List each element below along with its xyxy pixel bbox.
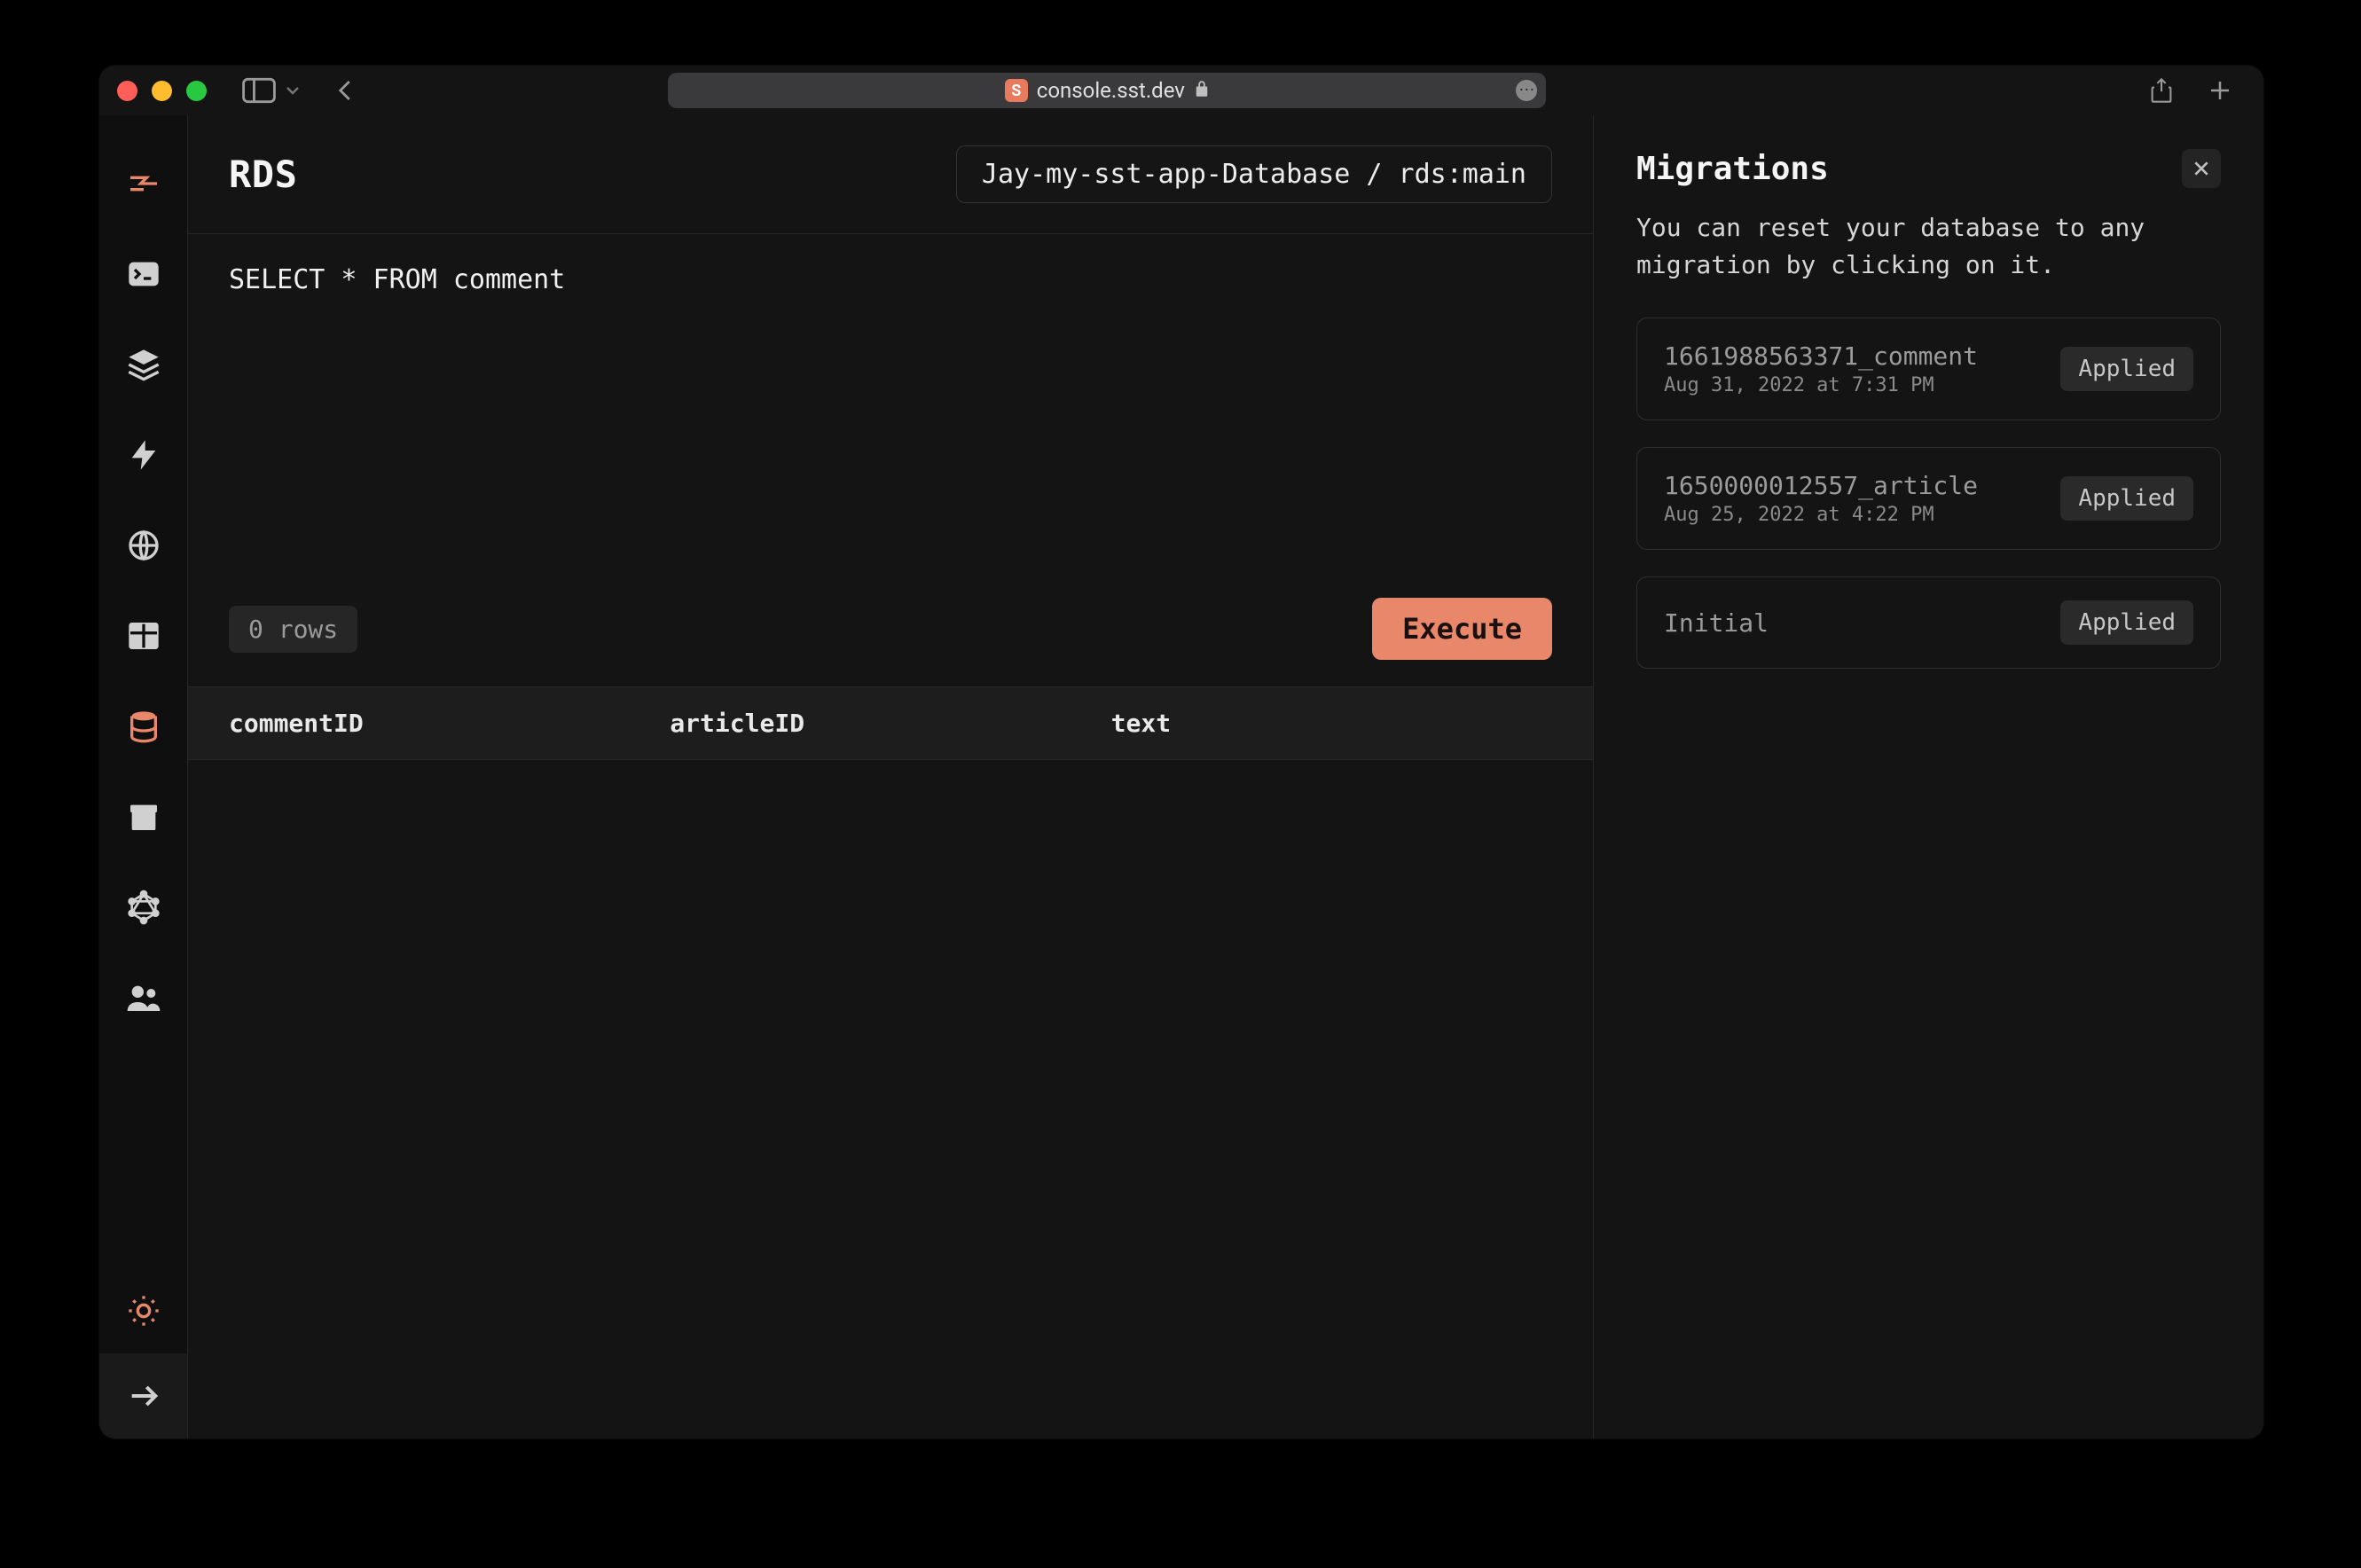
sidebar-item-api[interactable] [99,500,187,591]
migrations-title: Migrations [1636,151,1829,187]
migration-item[interactable]: Initial Applied [1636,576,2221,669]
sidebar-item-buckets[interactable] [99,772,187,862]
migration-item[interactable]: 1661988563371_comment Aug 31, 2022 at 7:… [1636,318,2221,420]
minimize-window[interactable] [152,81,172,101]
url-text: console.sst.dev [1037,78,1185,103]
share-icon[interactable] [2145,77,2178,104]
window-controls [117,81,207,101]
app: RDS Jay-my-sst-app-Database / rds:main S… [99,115,2263,1439]
migration-date: Aug 25, 2022 at 4:22 PM [1664,504,1978,526]
sidebar-item-auth[interactable] [99,953,187,1043]
migration-date: Aug 31, 2022 at 7:31 PM [1664,374,1978,396]
address-bar[interactable]: S console.sst.dev ⋯ [668,73,1546,108]
page-title: RDS [229,153,297,196]
migration-name: 1650000012557_article [1664,471,1978,500]
migrations-list: 1661988563371_comment Aug 31, 2022 at 7:… [1636,318,2221,669]
lock-icon [1194,78,1210,103]
query-editor[interactable]: SELECT * FROM comment [188,234,1593,589]
maximize-window[interactable] [186,81,207,101]
table-header-cell: articleID [670,709,1110,738]
query-text: SELECT * FROM comment [229,264,1552,571]
sidebar-item-local[interactable] [99,229,187,319]
titlebar: S console.sst.dev ⋯ [99,66,2263,115]
sidebar-item-rds[interactable] [99,681,187,772]
sidebar-toggle-icon[interactable] [242,77,276,104]
sidebar-item-tables[interactable] [99,591,187,681]
migration-status-badge: Applied [2060,347,2193,391]
migration-item[interactable]: 1650000012557_article Aug 25, 2022 at 4:… [1636,447,2221,550]
results-table: commentID articleID text [188,686,1593,1439]
main-content: RDS Jay-my-sst-app-Database / rds:main S… [188,115,1593,1439]
close-window[interactable] [117,81,137,101]
sidebar-item-logo[interactable] [99,138,187,229]
migration-name: Initial [1664,608,1769,638]
query-footer: 0 rows Execute [188,589,1593,686]
sidebar-theme-toggle[interactable] [99,1268,187,1353]
close-panel-button[interactable] [2182,149,2221,188]
back-button[interactable] [329,77,363,104]
browser-window: S console.sst.dev ⋯ [99,66,2263,1439]
site-favicon: S [1005,79,1028,102]
table-header-cell: text [1111,709,1552,738]
migration-name: 1661988563371_comment [1664,341,1978,371]
execute-button[interactable]: Execute [1372,598,1552,660]
sidebar-item-functions[interactable] [99,410,187,500]
sidebar-nav [99,115,188,1439]
table-header-cell: commentID [229,709,670,738]
row-count-badge: 0 rows [229,606,357,653]
migrations-description: You can reset your database to any migra… [1636,209,2221,284]
tab-dropdown-icon[interactable] [285,82,301,98]
reader-mode-icon[interactable]: ⋯ [1516,80,1537,101]
new-tab-icon[interactable] [2203,77,2237,104]
main-header: RDS Jay-my-sst-app-Database / rds:main [188,115,1593,234]
sidebar-collapse[interactable] [99,1353,187,1439]
database-selector[interactable]: Jay-my-sst-app-Database / rds:main [956,145,1552,203]
sidebar-item-graphql[interactable] [99,862,187,953]
migrations-panel: Migrations You can reset your database t… [1593,115,2263,1439]
migration-status-badge: Applied [2060,600,2193,645]
sidebar-item-stacks[interactable] [99,319,187,410]
migration-status-badge: Applied [2060,476,2193,521]
table-header-row: commentID articleID text [188,686,1593,760]
